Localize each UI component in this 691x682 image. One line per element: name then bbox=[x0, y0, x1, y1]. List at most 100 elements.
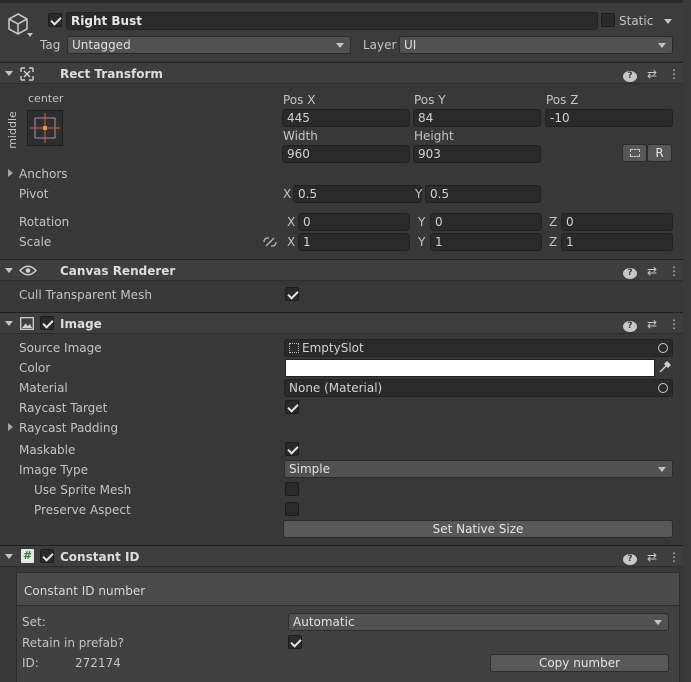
component-header-icons: ? ⇄ ⋮ bbox=[623, 263, 681, 279]
pivot-x-input[interactable]: 0.5 bbox=[293, 185, 422, 203]
retain-in-prefab-checkbox[interactable] bbox=[288, 635, 302, 649]
material-field[interactable]: None (Material) bbox=[284, 379, 673, 397]
source-image-field[interactable]: EmptySlot bbox=[284, 339, 673, 357]
image-header[interactable]: Image ? ⇄ ⋮ bbox=[0, 312, 691, 334]
use-sprite-mesh-checkbox[interactable] bbox=[285, 482, 299, 496]
help-icon[interactable]: ? bbox=[623, 316, 637, 332]
help-icon[interactable]: ? bbox=[623, 66, 637, 82]
context-menu-icon[interactable]: ⋮ bbox=[667, 316, 681, 332]
image-type-value: Simple bbox=[289, 462, 330, 476]
anchors-foldout-arrow-icon[interactable] bbox=[8, 169, 13, 177]
presets-icon[interactable]: ⇄ bbox=[645, 66, 659, 82]
scale-y-label[interactable]: Y bbox=[418, 234, 425, 250]
foldout-arrow-icon[interactable] bbox=[5, 321, 13, 326]
copy-number-button[interactable]: Copy number bbox=[490, 654, 669, 672]
rotation-label: Rotation bbox=[19, 215, 70, 229]
eye-icon bbox=[19, 265, 37, 276]
rotation-z-input[interactable]: 0 bbox=[561, 213, 673, 231]
object-name-input[interactable]: Right Bust bbox=[66, 12, 598, 30]
script-hash-icon: # bbox=[21, 549, 34, 563]
width-input[interactable]: 960 bbox=[282, 145, 410, 163]
object-active-checkbox[interactable] bbox=[48, 13, 62, 27]
raw-edit-button[interactable]: R bbox=[647, 144, 672, 162]
rotation-y-label[interactable]: Y bbox=[418, 214, 425, 230]
blueprint-mode-button[interactable] bbox=[622, 144, 647, 162]
source-image-value: EmptySlot bbox=[302, 341, 364, 355]
object-picker-icon[interactable] bbox=[658, 343, 668, 353]
help-icon[interactable]: ? bbox=[623, 549, 637, 565]
scale-z-input[interactable]: 1 bbox=[561, 233, 673, 251]
presets-icon[interactable]: ⇄ bbox=[645, 549, 659, 565]
foldout-arrow-icon[interactable] bbox=[5, 554, 13, 559]
anchor-preset-icon bbox=[30, 113, 60, 143]
foldout-arrow-icon[interactable] bbox=[5, 71, 13, 76]
layer-value: UI bbox=[404, 38, 417, 52]
image-type-label: Image Type bbox=[19, 463, 88, 477]
context-menu-icon[interactable]: ⋮ bbox=[667, 66, 681, 82]
eyedropper-icon[interactable] bbox=[658, 361, 671, 374]
height-input[interactable]: 903 bbox=[413, 145, 541, 163]
constant-id-enabled-checkbox[interactable] bbox=[40, 549, 54, 563]
image-type-dropdown[interactable]: Simple bbox=[284, 460, 673, 478]
height-label: Height bbox=[414, 129, 454, 143]
tag-dropdown[interactable]: Untagged bbox=[67, 36, 351, 54]
canvas-renderer-header[interactable]: Canvas Renderer ? ⇄ ⋮ bbox=[0, 259, 691, 281]
constant-id-header[interactable]: # Constant ID ? ⇄ ⋮ bbox=[0, 545, 691, 567]
preserve-aspect-checkbox[interactable] bbox=[285, 502, 299, 516]
material-label: Material bbox=[19, 381, 68, 395]
scale-x-label[interactable]: X bbox=[287, 234, 295, 250]
pos-y-label: Pos Y bbox=[414, 93, 446, 107]
layer-dropdown[interactable]: UI bbox=[399, 36, 673, 54]
anchors-label[interactable]: Anchors bbox=[19, 166, 68, 182]
tag-label: Tag bbox=[40, 38, 61, 52]
help-icon[interactable]: ? bbox=[623, 263, 637, 279]
rotation-x-label[interactable]: X bbox=[287, 214, 295, 230]
set-native-size-button[interactable]: Set Native Size bbox=[283, 520, 673, 538]
static-dropdown-arrow-icon[interactable] bbox=[664, 19, 672, 24]
raycast-padding-foldout-arrow-icon[interactable] bbox=[8, 423, 13, 431]
maskable-checkbox[interactable] bbox=[285, 442, 299, 456]
material-value: None (Material) bbox=[289, 381, 383, 395]
object-picker-icon[interactable] bbox=[658, 383, 668, 393]
pivot-y-label[interactable]: Y bbox=[415, 186, 422, 202]
icon-dropdown-arrow-icon[interactable] bbox=[27, 33, 33, 37]
pos-z-input[interactable]: -10 bbox=[545, 109, 673, 127]
preserve-aspect-label: Preserve Aspect bbox=[34, 503, 131, 517]
context-menu-icon[interactable]: ⋮ bbox=[667, 263, 681, 279]
rotation-y-input[interactable]: 0 bbox=[430, 213, 542, 231]
canvas-renderer-title: Canvas Renderer bbox=[60, 264, 176, 278]
rect-transform-title: Rect Transform bbox=[60, 67, 163, 81]
scale-label: Scale bbox=[19, 235, 52, 249]
constant-id-box-title: Constant ID number bbox=[24, 584, 146, 598]
raycast-target-checkbox[interactable] bbox=[285, 400, 299, 414]
raycast-target-label: Raycast Target bbox=[19, 401, 108, 415]
set-dropdown[interactable]: Automatic bbox=[288, 613, 669, 631]
pivot-y-input[interactable]: 0.5 bbox=[425, 185, 541, 203]
inspector-scrollbar[interactable] bbox=[683, 0, 691, 682]
rect-transform-header[interactable]: Rect Transform ? ⇄ ⋮ bbox=[0, 62, 691, 84]
raycast-padding-label[interactable]: Raycast Padding bbox=[19, 420, 118, 436]
rotation-x-input[interactable]: 0 bbox=[298, 213, 410, 231]
anchor-preset-button[interactable] bbox=[27, 110, 63, 146]
context-menu-icon[interactable]: ⋮ bbox=[667, 549, 681, 565]
scale-z-label[interactable]: Z bbox=[549, 234, 557, 250]
image-enabled-checkbox[interactable] bbox=[40, 316, 54, 330]
presets-icon[interactable]: ⇄ bbox=[645, 316, 659, 332]
chevron-down-icon bbox=[658, 43, 666, 48]
pos-x-label: Pos X bbox=[283, 93, 316, 107]
image-title: Image bbox=[60, 317, 102, 331]
cull-transparent-mesh-checkbox[interactable] bbox=[285, 287, 299, 301]
source-image-label: Source Image bbox=[19, 341, 102, 355]
static-checkbox[interactable] bbox=[601, 13, 615, 27]
rotation-z-label[interactable]: Z bbox=[549, 214, 557, 230]
presets-icon[interactable]: ⇄ bbox=[645, 263, 659, 279]
color-swatch[interactable] bbox=[285, 359, 655, 377]
constrain-proportions-link-icon[interactable] bbox=[263, 236, 277, 248]
maskable-label: Maskable bbox=[19, 443, 76, 457]
scale-x-input[interactable]: 1 bbox=[298, 233, 410, 251]
foldout-arrow-icon[interactable] bbox=[5, 268, 13, 273]
scale-y-input[interactable]: 1 bbox=[430, 233, 542, 251]
pos-x-input[interactable]: 445 bbox=[282, 109, 410, 127]
pivot-x-label[interactable]: X bbox=[283, 186, 291, 202]
pos-y-input[interactable]: 84 bbox=[413, 109, 541, 127]
